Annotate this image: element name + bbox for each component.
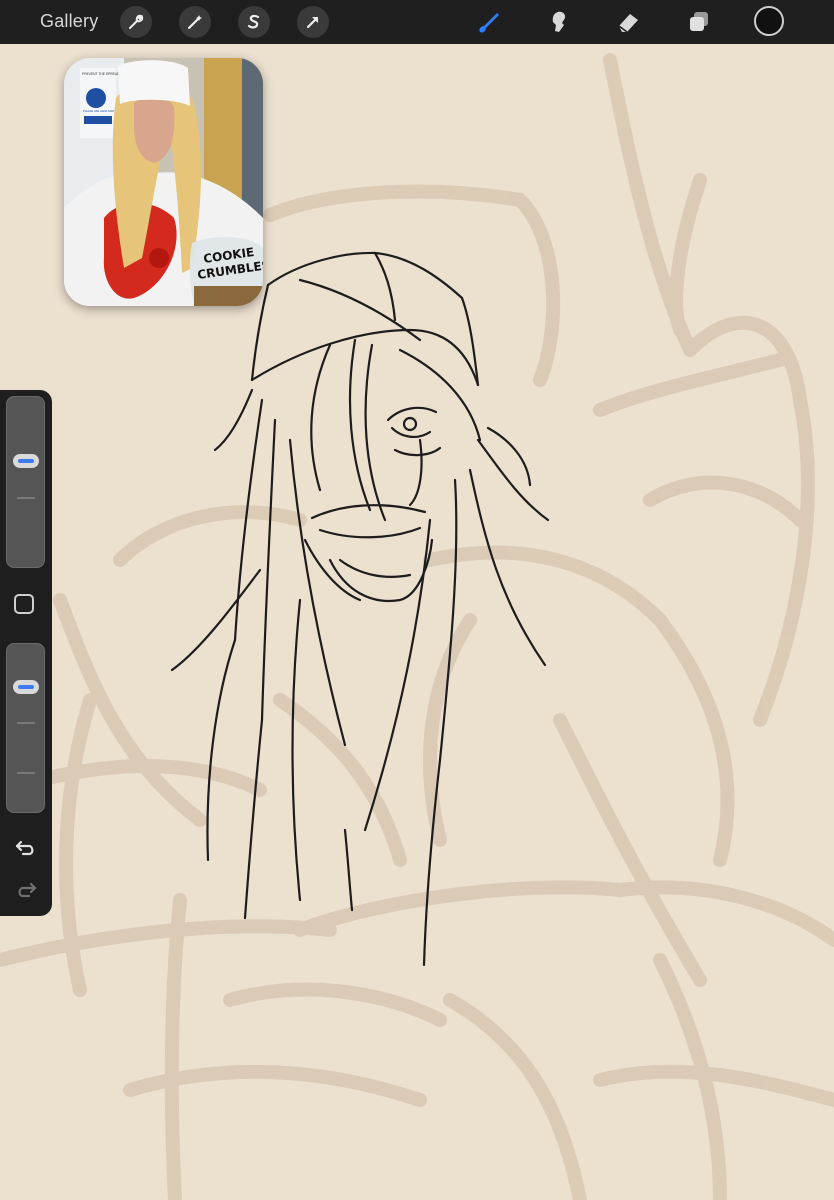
left-sidebar <box>0 390 52 916</box>
top-toolbar: Gallery <box>0 0 834 44</box>
opacity-slider[interactable] <box>6 643 45 813</box>
undo-icon[interactable] <box>12 836 40 860</box>
smudge-icon[interactable] <box>540 4 576 40</box>
color-swatch[interactable] <box>754 6 784 36</box>
eraser-icon[interactable] <box>610 4 646 40</box>
magic-wand-icon[interactable] <box>179 6 211 38</box>
reference-image[interactable]: PREVENT THE SPREAD OF CORONAVIRUS PLEASE… <box>64 58 263 306</box>
brush-icon[interactable] <box>470 4 506 40</box>
modifier-square-icon[interactable] <box>14 594 34 614</box>
wrench-icon[interactable] <box>120 6 152 38</box>
opacity-thumb[interactable] <box>13 680 39 695</box>
brush-size-slider[interactable] <box>6 396 45 568</box>
slider-tick <box>17 497 35 499</box>
layers-icon[interactable] <box>681 4 717 40</box>
slider-tick <box>17 722 35 724</box>
transform-arrow-icon[interactable] <box>297 6 329 38</box>
selection-s-icon[interactable] <box>238 6 270 38</box>
slider-tick <box>17 772 35 774</box>
redo-icon[interactable] <box>12 878 40 902</box>
brush-size-thumb[interactable] <box>13 454 39 469</box>
gallery-button[interactable]: Gallery <box>40 11 98 32</box>
